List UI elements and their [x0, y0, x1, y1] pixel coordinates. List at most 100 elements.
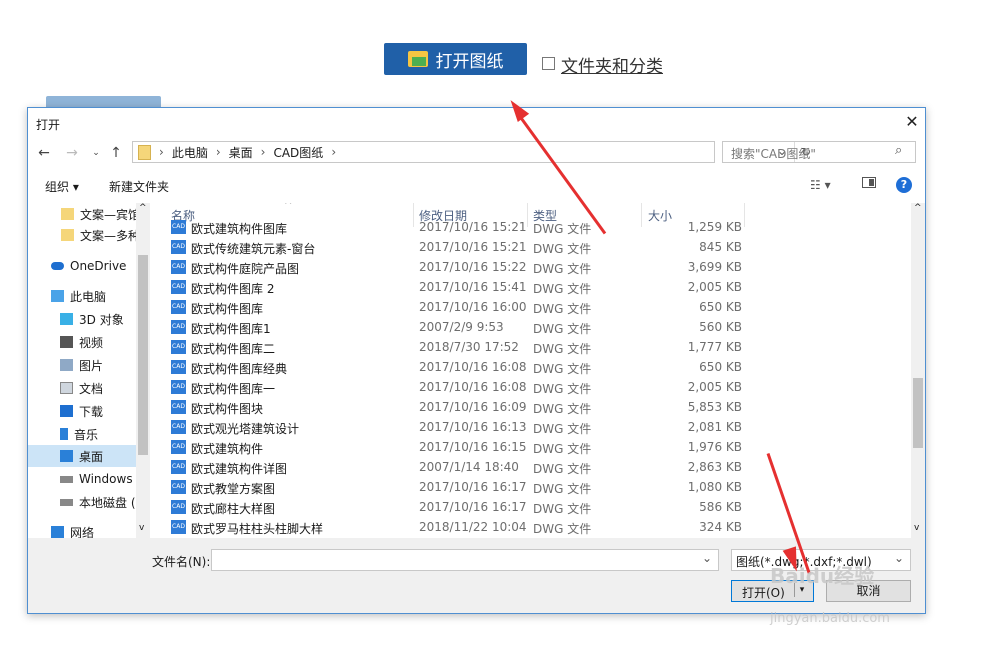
chevron-right-icon: ›: [159, 145, 164, 159]
file-date: 2017/10/16 16:13: [419, 420, 527, 434]
nav-item-documents[interactable]: 文档: [28, 377, 150, 399]
nav-item-folder[interactable]: 文案—多种: [28, 224, 150, 246]
file-size: 845 KB: [699, 240, 742, 254]
music-icon: [60, 428, 68, 440]
nav-item-videos[interactable]: 视频: [28, 331, 150, 353]
file-row[interactable]: CAD 欧式教堂方案图 2017/10/16 16:17 DWG 文件 1,080 KB: [164, 477, 909, 497]
breadcrumb-item[interactable]: CAD图纸: [273, 144, 323, 161]
address-bar[interactable]: › 此电脑 › 桌面 › CAD图纸 › ⌄ ↻: [132, 141, 811, 163]
close-icon[interactable]: ✕: [902, 112, 922, 132]
watermark-url: jingyan.baidu.com: [770, 611, 890, 626]
nav-scroll-thumb[interactable]: [138, 255, 148, 455]
computer-icon: [51, 290, 64, 302]
cad-file-icon: CAD: [171, 360, 186, 374]
folder-category-label[interactable]: 文件夹和分类: [561, 52, 663, 77]
file-list-scrollbar[interactable]: ^ v: [911, 203, 925, 538]
nav-item-music[interactable]: 音乐: [28, 423, 150, 445]
help-icon[interactable]: ?: [896, 177, 912, 193]
cad-file-icon: CAD: [171, 400, 186, 414]
file-type: DWG 文件: [533, 522, 592, 536]
nav-item-3d-objects[interactable]: 3D 对象: [28, 308, 150, 330]
file-row[interactable]: CAD 欧式观光塔建筑设计 2017/10/16 16:13 DWG 文件 2,081 …: [164, 417, 909, 437]
file-type: DWG 文件: [533, 262, 592, 276]
dialog-toolbar: 组织 ▾ 新建文件夹 ☷ ▾ ?: [28, 172, 925, 198]
file-row[interactable]: CAD 欧式构件图库一 2017/10/16 16:08 DWG 文件 2,005 KB: [164, 377, 909, 397]
file-type: DWG 文件: [533, 382, 592, 396]
chevron-down-icon[interactable]: ⌄: [894, 551, 904, 565]
forward-arrow-icon[interactable]: →: [64, 144, 80, 162]
nav-item-pictures[interactable]: 图片: [28, 354, 150, 376]
breadcrumb-item[interactable]: 桌面: [229, 144, 253, 161]
scroll-down-icon[interactable]: v: [139, 523, 144, 533]
nav-item-downloads[interactable]: 下载: [28, 400, 150, 422]
onedrive-icon: [51, 262, 64, 270]
file-row[interactable]: CAD 欧式构件庭院产品图 2017/10/16 15:22 DWG 文件 3,699 …: [164, 257, 909, 277]
open-drawing-button[interactable]: 打开图纸: [384, 43, 527, 75]
nav-item-drive[interactable]: 本地磁盘 (I: [28, 491, 150, 513]
file-row[interactable]: CAD 欧式构件图库1 2007/2/9 9:53 DWG 文件 560 KB: [164, 317, 909, 337]
organize-menu[interactable]: 组织 ▾: [45, 178, 79, 195]
scroll-up-icon[interactable]: ^: [914, 203, 922, 213]
chevron-right-icon: ›: [215, 145, 221, 159]
file-size: 2,005 KB: [687, 280, 742, 294]
scroll-down-icon[interactable]: v: [914, 523, 919, 533]
folder-icon: [61, 229, 74, 241]
breadcrumb-item[interactable]: 此电脑: [172, 144, 208, 161]
view-options-icon[interactable]: ☷ ▾: [810, 178, 831, 192]
file-date: 2017/10/16 16:17: [419, 480, 527, 494]
file-size: 1,976 KB: [687, 440, 742, 454]
preview-pane-icon[interactable]: [862, 177, 876, 188]
file-row[interactable]: CAD 欧式建筑构件图库 2017/10/16 15:21 DWG 文件 1,259 K…: [164, 217, 909, 237]
chevron-right-icon: ›: [260, 145, 266, 159]
search-box[interactable]: 搜索"CAD图纸" ⌕: [722, 141, 916, 163]
file-type: DWG 文件: [533, 442, 592, 456]
scroll-up-icon[interactable]: ^: [139, 203, 147, 213]
cad-file-icon: CAD: [171, 500, 186, 514]
cad-file-icon: CAD: [171, 260, 186, 274]
file-name: 欧式构件庭院产品图: [191, 262, 300, 276]
cad-file-icon: CAD: [171, 240, 186, 254]
cad-file-icon: CAD: [171, 380, 186, 394]
drive-icon: [60, 498, 73, 506]
file-date: 2017/10/16 16:09: [419, 400, 527, 414]
nav-item-this-pc[interactable]: 此电脑: [28, 285, 150, 307]
file-date: 2018/7/30 17:52: [419, 340, 519, 354]
file-row[interactable]: CAD 欧式建筑构件 2017/10/16 16:15 DWG 文件 1,976 KB: [164, 437, 909, 457]
new-folder-button[interactable]: 新建文件夹: [109, 178, 169, 195]
file-name: 欧式建筑构件: [191, 442, 264, 456]
back-arrow-icon[interactable]: ←: [36, 144, 52, 162]
up-arrow-icon[interactable]: ↑: [108, 144, 124, 162]
file-name: 欧式传统建筑元素-窗台: [191, 242, 316, 256]
file-size: 650 KB: [699, 300, 742, 314]
nav-item-drive[interactable]: Windows (: [28, 468, 150, 490]
filename-input[interactable]: ⌄: [211, 549, 719, 571]
file-row[interactable]: CAD 欧式建筑构件详图 2007/1/14 18:40 DWG 文件 2,863 KB: [164, 457, 909, 477]
file-size: 3,699 KB: [687, 260, 742, 274]
file-row[interactable]: CAD 欧式构件图块 2017/10/16 16:09 DWG 文件 5,853 KB: [164, 397, 909, 417]
file-name: 欧式构件图块: [191, 402, 264, 416]
file-list-scroll-thumb[interactable]: [913, 378, 923, 448]
file-row[interactable]: CAD 欧式构件图库二 2018/7/30 17:52 DWG 文件 1,777 KB: [164, 337, 909, 357]
file-size: 586 KB: [699, 500, 742, 514]
file-row[interactable]: CAD 欧式传统建筑元素-窗台 2017/10/16 15:21 DWG 文件 845 …: [164, 237, 909, 257]
chevron-right-icon: ›: [331, 145, 337, 159]
documents-icon: [60, 382, 73, 394]
file-row[interactable]: CAD 欧式廊柱大样图 2017/10/16 16:17 DWG 文件 586 KB: [164, 497, 909, 517]
file-type: DWG 文件: [533, 342, 592, 356]
cad-file-icon: CAD: [171, 440, 186, 454]
chevron-down-icon[interactable]: ⌄: [702, 551, 712, 565]
file-row[interactable]: CAD 欧式构件图库 2 2017/10/16 15:41 DWG 文件 2,005 K…: [164, 277, 909, 297]
nav-item-onedrive[interactable]: OneDrive: [28, 255, 150, 277]
file-date: 2017/10/16 15:41: [419, 280, 527, 294]
file-name: 欧式构件图库: [191, 302, 264, 316]
file-row[interactable]: CAD 欧式构件图库 2017/10/16 16:00 DWG 文件 650 KB: [164, 297, 909, 317]
nav-item-desktop[interactable]: 桌面: [28, 445, 150, 467]
file-row[interactable]: CAD 欧式构件图库经典 2017/10/16 16:08 DWG 文件 650 KB: [164, 357, 909, 377]
network-icon: [51, 526, 64, 538]
nav-item-folder[interactable]: 文案—宾馆: [28, 203, 150, 225]
recent-dropdown-icon[interactable]: ⌄: [88, 144, 104, 162]
folder-category-checkbox[interactable]: [542, 57, 555, 70]
drive-icon: [60, 475, 73, 483]
nav-item-network[interactable]: 网络: [28, 521, 150, 538]
cad-file-icon: CAD: [171, 460, 186, 474]
